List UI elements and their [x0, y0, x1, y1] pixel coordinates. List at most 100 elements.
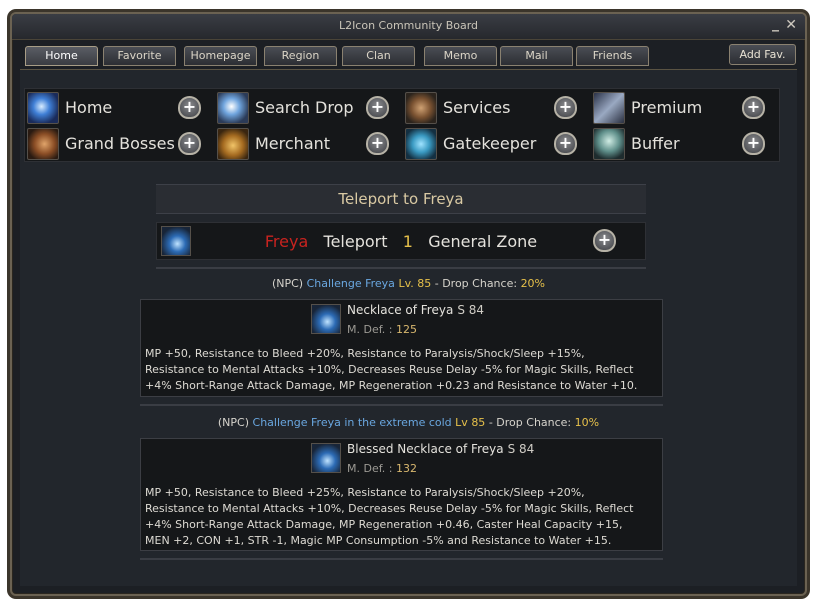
main-menu: Home + Search Drop + Services + Premium … [24, 88, 780, 162]
menu-label-premium: Premium [631, 98, 703, 117]
menu-label-buffer: Buffer [631, 134, 680, 153]
item-desc-line: MP +50, Resistance to Bleed +20%, Resist… [145, 347, 585, 360]
item-desc-line: +4% Short-Range Attack Damage, MP Regene… [145, 518, 623, 531]
divider [140, 558, 663, 560]
mdef-value: 125 [396, 323, 417, 336]
drop-info-line: (NPC) Challenge Freya Lv. 85 - Drop Chan… [20, 277, 797, 290]
necklace-icon [311, 443, 341, 473]
menu-item-gatekeeper[interactable]: Gatekeeper + [403, 126, 591, 160]
npc-level: 85 [417, 277, 432, 290]
item-grade: S 84 [507, 442, 535, 456]
tab-mail[interactable]: Mail [500, 46, 573, 66]
npc-name-link[interactable]: Challenge Freya in the extreme cold [253, 416, 452, 429]
tab-memo[interactable]: Memo [424, 46, 497, 66]
add-favorite-plus-icon[interactable]: + [742, 132, 765, 155]
mdef-value: 132 [396, 462, 417, 475]
add-favorite-plus-icon[interactable]: + [554, 96, 577, 119]
npc-prefix: (NPC) [217, 416, 250, 429]
search-drop-icon [217, 92, 249, 124]
item-desc-line: MP +50, Resistance to Bleed +25%, Resist… [145, 486, 585, 499]
item-name: Necklace of Freya S 84 [347, 303, 484, 317]
drop-chance-value: 10% [574, 416, 600, 429]
drop-chance-label: Drop Chance: [442, 277, 518, 290]
home-icon [27, 92, 59, 124]
item-mdef: M. Def. : 125 [347, 323, 417, 336]
item-name-text: Blessed Necklace of Freya [347, 442, 504, 456]
drop-info-line: (NPC) Challenge Freya in the extreme col… [20, 416, 797, 429]
item-card: Blessed Necklace of Freya S 84 M. Def. : … [140, 438, 663, 551]
premium-icon [593, 92, 625, 124]
board-content: Home + Search Drop + Services + Premium … [20, 69, 797, 586]
item-desc-line: +4% Short-Range Attack Damage, MP Regene… [145, 379, 638, 392]
teleport-count: 1 [402, 232, 413, 251]
menu-item-buffer[interactable]: Buffer + [591, 126, 779, 160]
gatekeeper-swirl-icon [405, 128, 437, 160]
item-name-text: Necklace of Freya [347, 303, 454, 317]
add-favorite-button[interactable]: Add Fav. [729, 44, 796, 65]
add-favorite-plus-icon[interactable]: + [178, 132, 201, 155]
teleport-action: Teleport [323, 232, 388, 251]
tab-clan[interactable]: Clan [342, 46, 415, 66]
menu-label-search-drop: Search Drop [255, 98, 354, 117]
item-desc-line: Resistance to Mental Attacks +10%, Decre… [145, 363, 634, 376]
npc-level-label: Lv. [398, 277, 414, 290]
tab-friends[interactable]: Friends [576, 46, 649, 66]
drop-chance-label: Drop Chance: [496, 416, 572, 429]
menu-item-merchant[interactable]: Merchant + [215, 126, 403, 160]
teleport-zone: General Zone [428, 232, 538, 251]
close-button[interactable]: ✕ [785, 17, 797, 33]
item-mdef: M. Def. : 132 [347, 462, 417, 475]
menu-item-grand-bosses[interactable]: Grand Bosses + [25, 126, 213, 160]
buffer-icon [593, 128, 625, 160]
npc-level-label: Lv [455, 416, 468, 429]
teleport-plus-icon[interactable]: + [593, 229, 616, 252]
tab-region[interactable]: Region [264, 46, 337, 66]
item-description: MP +50, Resistance to Bleed +20%, Resist… [145, 346, 656, 394]
divider [156, 267, 646, 269]
tab-home[interactable]: Home [25, 46, 98, 66]
window-title: L2Icon Community Board [338, 19, 479, 32]
community-board-window: L2Icon Community Board _ ✕ Home Favorite… [10, 12, 807, 596]
npc-level: 85 [471, 416, 486, 429]
mdef-label: M. Def. : [347, 462, 393, 475]
add-favorite-plus-icon[interactable]: + [366, 132, 389, 155]
npc-prefix: (NPC) [271, 277, 304, 290]
drop-chance-value: 20% [520, 277, 546, 290]
menu-label-grand-bosses: Grand Bosses [65, 134, 175, 153]
minimize-button[interactable]: _ [772, 16, 779, 32]
mdef-label: M. Def. : [347, 323, 393, 336]
tab-favorite[interactable]: Favorite [103, 46, 176, 66]
menu-label-gatekeeper: Gatekeeper [443, 134, 537, 153]
item-desc-line: MEN +2, CON +1, STR -1, Magic MP Consump… [145, 534, 612, 547]
tab-homepage[interactable]: Homepage [184, 46, 257, 66]
services-gear-icon [405, 92, 437, 124]
separator-dash: - [488, 416, 493, 429]
title-bar[interactable]: L2Icon Community Board _ ✕ [12, 14, 805, 40]
menu-label-home: Home [65, 98, 113, 117]
teleport-text: Freya Teleport 1 General Zone [157, 232, 645, 251]
teleport-destination-name: Freya [264, 232, 309, 251]
menu-item-premium[interactable]: Premium + [591, 90, 779, 124]
item-desc-line: Resistance to Mental Attacks +10%, Decre… [145, 502, 634, 515]
section-title: Teleport to Freya [156, 184, 646, 214]
divider [140, 404, 663, 406]
teleport-row[interactable]: Freya Teleport 1 General Zone + [156, 222, 646, 260]
menu-item-search-drop[interactable]: Search Drop + [215, 90, 403, 124]
item-name: Blessed Necklace of Freya S 84 [347, 442, 534, 456]
menu-item-services[interactable]: Services + [403, 90, 591, 124]
add-favorite-plus-icon[interactable]: + [366, 96, 389, 119]
menu-label-services: Services [443, 98, 511, 117]
merchant-chest-icon [217, 128, 249, 160]
menu-label-merchant: Merchant [255, 134, 331, 153]
item-description: MP +50, Resistance to Bleed +25%, Resist… [145, 485, 656, 549]
menu-item-home[interactable]: Home + [25, 90, 213, 124]
npc-name-link[interactable]: Challenge Freya [307, 277, 395, 290]
add-favorite-plus-icon[interactable]: + [178, 96, 201, 119]
necklace-icon [311, 304, 341, 334]
item-grade: S 84 [457, 303, 485, 317]
separator-dash: - [434, 277, 439, 290]
item-card: Necklace of Freya S 84 M. Def. : 125 MP +… [140, 299, 663, 397]
add-favorite-plus-icon[interactable]: + [554, 132, 577, 155]
grand-bosses-icon [27, 128, 59, 160]
add-favorite-plus-icon[interactable]: + [742, 96, 765, 119]
